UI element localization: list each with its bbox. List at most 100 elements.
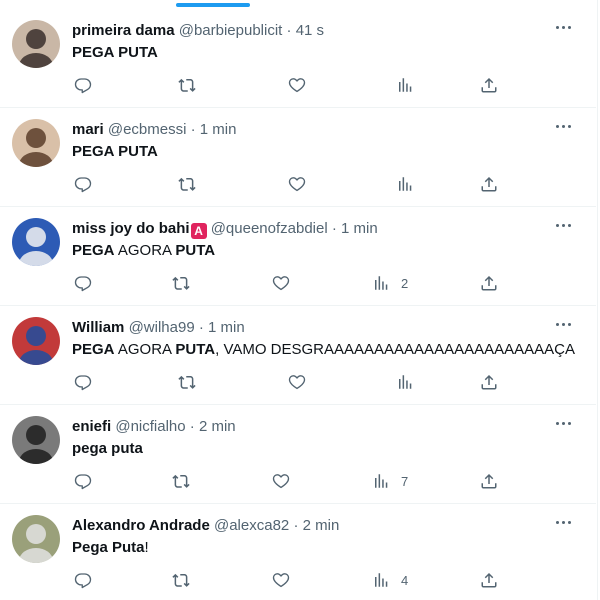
tweet-text-segment: AGORA (114, 242, 176, 259)
tweet-text: PEGA AGORA PUTA, VAMO DESGRAAAAAAAAAAAAA… (72, 340, 575, 360)
reply-button[interactable] (74, 372, 92, 392)
tweet-header: miss joy do bahi A @queenofzabdiel · 1 mi… (72, 219, 556, 239)
heart-icon (288, 175, 306, 193)
display-name[interactable]: miss joy do bahi (72, 220, 190, 237)
avatar[interactable] (12, 119, 60, 167)
tweet-actions (72, 372, 512, 392)
user-handle[interactable]: @queenofzabdiel (211, 220, 328, 237)
tweet-timestamp[interactable]: 1 min (341, 220, 378, 237)
meta-separator: · (189, 418, 195, 435)
share-button[interactable] (480, 372, 498, 392)
views-icon (372, 274, 390, 292)
retweet-button[interactable] (172, 273, 190, 293)
tweet-item[interactable]: William @wilha99 · 1 min PEGA AGORA PUTA,… (0, 306, 596, 405)
reply-button[interactable] (74, 570, 92, 590)
retweet-button[interactable] (178, 372, 196, 392)
display-name[interactable]: eniefi (72, 418, 111, 435)
like-button[interactable] (272, 273, 290, 293)
column-divider (597, 0, 598, 600)
display-name[interactable]: Alexandro Andrade (72, 517, 210, 534)
display-name[interactable]: William (72, 319, 124, 336)
tweet-text-segment: AGORA (114, 341, 176, 358)
heart-icon (272, 472, 290, 490)
tweet-text: PEGA PUTA (72, 142, 568, 162)
active-tab-indicator (176, 3, 250, 7)
views-icon (396, 76, 414, 94)
tweet-item[interactable]: miss joy do bahi A @queenofzabdiel · 1 mi… (0, 207, 596, 306)
meta-separator: · (190, 121, 196, 138)
more-icon[interactable] (556, 221, 572, 231)
tweet-actions (72, 174, 512, 194)
share-icon (480, 472, 498, 490)
tweet-text-segment: ! (144, 539, 149, 556)
views-button[interactable] (396, 75, 414, 95)
tweet-item[interactable]: eniefi @nicfialho · 2 min pega puta 7 (0, 405, 596, 504)
tweet-text: Pega Puta! (72, 538, 568, 558)
more-icon[interactable] (556, 419, 572, 429)
more-icon[interactable] (556, 320, 572, 330)
user-handle[interactable]: @alexca82 (214, 517, 289, 534)
timeline-feed: primeira dama @barbiepublicit · 41 s PEGA… (0, 9, 596, 600)
more-icon[interactable] (556, 518, 572, 528)
tweet-item[interactable]: mari @ecbmessi · 1 min PEGA PUTA (0, 108, 596, 207)
share-icon (480, 274, 498, 292)
tweet-text-segment: PUTA (175, 341, 216, 358)
views-button[interactable]: 2 (372, 273, 408, 293)
share-button[interactable] (480, 471, 498, 491)
retweet-icon (172, 571, 190, 589)
heart-icon (272, 571, 290, 589)
retweet-button[interactable] (172, 570, 190, 590)
views-icon (372, 571, 390, 589)
like-button[interactable] (288, 372, 306, 392)
like-button[interactable] (288, 174, 306, 194)
retweet-button[interactable] (178, 174, 196, 194)
user-handle[interactable]: @nicfialho (115, 418, 185, 435)
reply-button[interactable] (74, 273, 92, 293)
tweet-item[interactable]: Alexandro Andrade @alexca82 · 2 min Pega … (0, 504, 596, 600)
like-button[interactable] (272, 570, 290, 590)
like-button[interactable] (288, 75, 306, 95)
share-button[interactable] (480, 75, 498, 95)
views-button[interactable]: 7 (372, 471, 408, 491)
retweet-icon (172, 472, 190, 490)
views-button[interactable] (396, 372, 414, 392)
avatar[interactable] (12, 416, 60, 464)
tweet-timestamp[interactable]: 1 min (208, 319, 245, 336)
avatar[interactable] (12, 317, 60, 365)
tweet-timestamp[interactable]: 2 min (199, 418, 236, 435)
tweet-text-segment: PEGA (72, 242, 115, 259)
tweet-timestamp[interactable]: 2 min (303, 517, 340, 534)
more-icon[interactable] (556, 23, 572, 33)
avatar[interactable] (12, 218, 60, 266)
views-icon (396, 373, 414, 391)
reply-button[interactable] (74, 75, 92, 95)
share-button[interactable] (480, 273, 498, 293)
reply-icon (74, 472, 92, 490)
like-button[interactable] (272, 471, 290, 491)
user-handle[interactable]: @ecbmessi (108, 121, 187, 138)
avatar[interactable] (12, 20, 60, 68)
tweet-text-segment: pega puta (72, 440, 143, 457)
reply-button[interactable] (74, 471, 92, 491)
avatar[interactable] (12, 515, 60, 563)
tweet-timestamp[interactable]: 1 min (200, 121, 237, 138)
more-icon[interactable] (556, 122, 572, 132)
share-icon (480, 76, 498, 94)
tweet-text-segment: PEGA (72, 341, 115, 358)
user-handle[interactable]: @barbiepublicit (179, 22, 283, 39)
retweet-icon (178, 373, 196, 391)
retweet-button[interactable] (178, 75, 196, 95)
retweet-button[interactable] (172, 471, 190, 491)
display-name[interactable]: primeira dama (72, 22, 175, 39)
share-button[interactable] (480, 570, 498, 590)
views-icon (396, 175, 414, 193)
views-button[interactable]: 4 (372, 570, 408, 590)
display-name[interactable]: mari (72, 121, 104, 138)
reply-button[interactable] (74, 174, 92, 194)
tweet-item[interactable]: primeira dama @barbiepublicit · 41 s PEGA… (0, 9, 596, 108)
share-button[interactable] (480, 174, 498, 194)
tweet-timestamp[interactable]: 41 s (296, 22, 324, 39)
views-button[interactable] (396, 174, 414, 194)
user-handle[interactable]: @wilha99 (129, 319, 195, 336)
tweet-header: primeira dama @barbiepublicit · 41 s (72, 21, 556, 41)
